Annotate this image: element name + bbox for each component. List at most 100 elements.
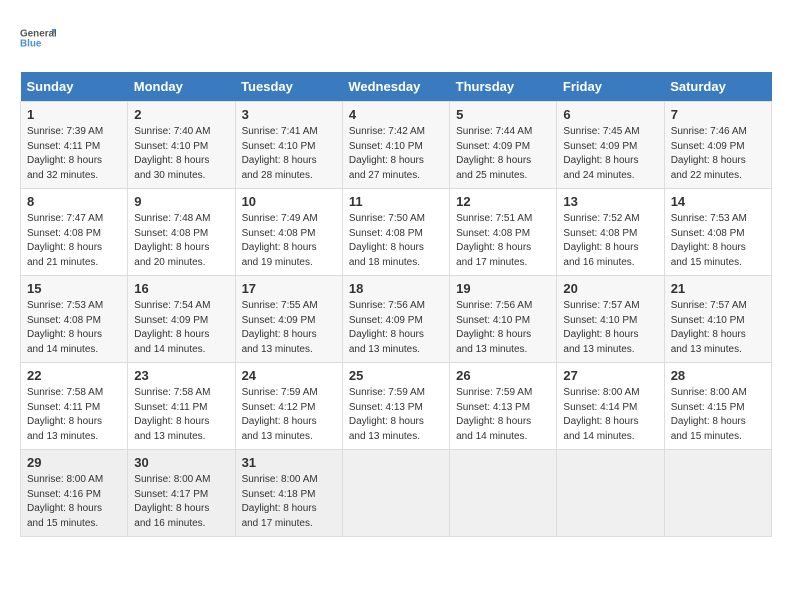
day-number: 5 — [456, 107, 550, 122]
calendar-cell — [557, 450, 664, 537]
svg-text:General: General — [20, 29, 56, 40]
day-number: 9 — [134, 194, 228, 209]
calendar-cell — [450, 450, 557, 537]
calendar-cell: 29 Sunrise: 8:00 AM Sunset: 4:16 PM Dayl… — [21, 450, 128, 537]
day-number: 28 — [671, 368, 765, 383]
calendar-cell: 1 Sunrise: 7:39 AM Sunset: 4:11 PM Dayli… — [21, 102, 128, 189]
calendar-day-header: Sunday — [21, 72, 128, 102]
day-info: Sunrise: 8:00 AM Sunset: 4:18 PM Dayligh… — [242, 473, 336, 531]
day-number: 17 — [242, 281, 336, 296]
calendar-cell: 24 Sunrise: 7:59 AM Sunset: 4:12 PM Dayl… — [235, 363, 342, 450]
day-info: Sunrise: 7:58 AM Sunset: 4:11 PM Dayligh… — [134, 386, 228, 444]
day-info: Sunrise: 8:00 AM Sunset: 4:17 PM Dayligh… — [134, 473, 228, 531]
logo: General Blue — [20, 20, 56, 56]
calendar-week-row: 8 Sunrise: 7:47 AM Sunset: 4:08 PM Dayli… — [21, 189, 772, 276]
day-number: 8 — [27, 194, 121, 209]
calendar-day-header: Friday — [557, 72, 664, 102]
calendar-cell: 11 Sunrise: 7:50 AM Sunset: 4:08 PM Dayl… — [342, 189, 449, 276]
calendar-cell: 19 Sunrise: 7:56 AM Sunset: 4:10 PM Dayl… — [450, 276, 557, 363]
day-info: Sunrise: 7:53 AM Sunset: 4:08 PM Dayligh… — [27, 299, 121, 357]
calendar-cell — [664, 450, 771, 537]
calendar-cell: 18 Sunrise: 7:56 AM Sunset: 4:09 PM Dayl… — [342, 276, 449, 363]
day-number: 20 — [563, 281, 657, 296]
day-info: Sunrise: 7:55 AM Sunset: 4:09 PM Dayligh… — [242, 299, 336, 357]
day-info: Sunrise: 7:50 AM Sunset: 4:08 PM Dayligh… — [349, 212, 443, 270]
calendar-cell: 16 Sunrise: 7:54 AM Sunset: 4:09 PM Dayl… — [128, 276, 235, 363]
day-info: Sunrise: 7:42 AM Sunset: 4:10 PM Dayligh… — [349, 125, 443, 183]
day-info: Sunrise: 7:59 AM Sunset: 4:13 PM Dayligh… — [456, 386, 550, 444]
calendar-day-header: Monday — [128, 72, 235, 102]
calendar-week-row: 29 Sunrise: 8:00 AM Sunset: 4:16 PM Dayl… — [21, 450, 772, 537]
day-info: Sunrise: 7:54 AM Sunset: 4:09 PM Dayligh… — [134, 299, 228, 357]
day-info: Sunrise: 7:52 AM Sunset: 4:08 PM Dayligh… — [563, 212, 657, 270]
calendar-cell — [342, 450, 449, 537]
calendar-cell: 15 Sunrise: 7:53 AM Sunset: 4:08 PM Dayl… — [21, 276, 128, 363]
day-number: 30 — [134, 455, 228, 470]
day-info: Sunrise: 8:00 AM Sunset: 4:16 PM Dayligh… — [27, 473, 121, 531]
day-info: Sunrise: 7:57 AM Sunset: 4:10 PM Dayligh… — [671, 299, 765, 357]
general-blue-logo-icon: General Blue — [20, 20, 56, 56]
day-info: Sunrise: 7:58 AM Sunset: 4:11 PM Dayligh… — [27, 386, 121, 444]
day-number: 18 — [349, 281, 443, 296]
day-number: 25 — [349, 368, 443, 383]
day-number: 10 — [242, 194, 336, 209]
day-info: Sunrise: 7:46 AM Sunset: 4:09 PM Dayligh… — [671, 125, 765, 183]
day-info: Sunrise: 8:00 AM Sunset: 4:14 PM Dayligh… — [563, 386, 657, 444]
calendar-cell: 25 Sunrise: 7:59 AM Sunset: 4:13 PM Dayl… — [342, 363, 449, 450]
calendar-cell: 23 Sunrise: 7:58 AM Sunset: 4:11 PM Dayl… — [128, 363, 235, 450]
calendar-cell: 31 Sunrise: 8:00 AM Sunset: 4:18 PM Dayl… — [235, 450, 342, 537]
day-info: Sunrise: 7:48 AM Sunset: 4:08 PM Dayligh… — [134, 212, 228, 270]
day-info: Sunrise: 7:51 AM Sunset: 4:08 PM Dayligh… — [456, 212, 550, 270]
calendar-cell: 7 Sunrise: 7:46 AM Sunset: 4:09 PM Dayli… — [664, 102, 771, 189]
day-info: Sunrise: 7:57 AM Sunset: 4:10 PM Dayligh… — [563, 299, 657, 357]
calendar-cell: 9 Sunrise: 7:48 AM Sunset: 4:08 PM Dayli… — [128, 189, 235, 276]
calendar-day-header: Wednesday — [342, 72, 449, 102]
page-header: General Blue — [20, 20, 772, 56]
calendar-cell: 5 Sunrise: 7:44 AM Sunset: 4:09 PM Dayli… — [450, 102, 557, 189]
day-info: Sunrise: 8:00 AM Sunset: 4:15 PM Dayligh… — [671, 386, 765, 444]
day-info: Sunrise: 7:39 AM Sunset: 4:11 PM Dayligh… — [27, 125, 121, 183]
calendar-cell: 26 Sunrise: 7:59 AM Sunset: 4:13 PM Dayl… — [450, 363, 557, 450]
calendar-table: SundayMondayTuesdayWednesdayThursdayFrid… — [20, 72, 772, 537]
day-info: Sunrise: 7:44 AM Sunset: 4:09 PM Dayligh… — [456, 125, 550, 183]
calendar-week-row: 1 Sunrise: 7:39 AM Sunset: 4:11 PM Dayli… — [21, 102, 772, 189]
calendar-cell: 10 Sunrise: 7:49 AM Sunset: 4:08 PM Dayl… — [235, 189, 342, 276]
calendar-day-header: Tuesday — [235, 72, 342, 102]
calendar-header-row: SundayMondayTuesdayWednesdayThursdayFrid… — [21, 72, 772, 102]
calendar-cell: 13 Sunrise: 7:52 AM Sunset: 4:08 PM Dayl… — [557, 189, 664, 276]
calendar-week-row: 22 Sunrise: 7:58 AM Sunset: 4:11 PM Dayl… — [21, 363, 772, 450]
day-info: Sunrise: 7:47 AM Sunset: 4:08 PM Dayligh… — [27, 212, 121, 270]
calendar-week-row: 15 Sunrise: 7:53 AM Sunset: 4:08 PM Dayl… — [21, 276, 772, 363]
calendar-cell: 22 Sunrise: 7:58 AM Sunset: 4:11 PM Dayl… — [21, 363, 128, 450]
day-number: 29 — [27, 455, 121, 470]
day-number: 4 — [349, 107, 443, 122]
day-info: Sunrise: 7:53 AM Sunset: 4:08 PM Dayligh… — [671, 212, 765, 270]
day-number: 6 — [563, 107, 657, 122]
day-info: Sunrise: 7:49 AM Sunset: 4:08 PM Dayligh… — [242, 212, 336, 270]
day-info: Sunrise: 7:59 AM Sunset: 4:12 PM Dayligh… — [242, 386, 336, 444]
day-info: Sunrise: 7:59 AM Sunset: 4:13 PM Dayligh… — [349, 386, 443, 444]
day-number: 15 — [27, 281, 121, 296]
day-number: 11 — [349, 194, 443, 209]
day-info: Sunrise: 7:41 AM Sunset: 4:10 PM Dayligh… — [242, 125, 336, 183]
calendar-cell: 12 Sunrise: 7:51 AM Sunset: 4:08 PM Dayl… — [450, 189, 557, 276]
calendar-cell: 3 Sunrise: 7:41 AM Sunset: 4:10 PM Dayli… — [235, 102, 342, 189]
day-number: 22 — [27, 368, 121, 383]
day-number: 3 — [242, 107, 336, 122]
calendar-cell: 14 Sunrise: 7:53 AM Sunset: 4:08 PM Dayl… — [664, 189, 771, 276]
calendar-cell: 27 Sunrise: 8:00 AM Sunset: 4:14 PM Dayl… — [557, 363, 664, 450]
day-number: 1 — [27, 107, 121, 122]
day-info: Sunrise: 7:56 AM Sunset: 4:09 PM Dayligh… — [349, 299, 443, 357]
calendar-cell: 21 Sunrise: 7:57 AM Sunset: 4:10 PM Dayl… — [664, 276, 771, 363]
calendar-cell: 17 Sunrise: 7:55 AM Sunset: 4:09 PM Dayl… — [235, 276, 342, 363]
calendar-cell: 28 Sunrise: 8:00 AM Sunset: 4:15 PM Dayl… — [664, 363, 771, 450]
day-info: Sunrise: 7:45 AM Sunset: 4:09 PM Dayligh… — [563, 125, 657, 183]
day-number: 27 — [563, 368, 657, 383]
calendar-cell: 2 Sunrise: 7:40 AM Sunset: 4:10 PM Dayli… — [128, 102, 235, 189]
calendar-cell: 4 Sunrise: 7:42 AM Sunset: 4:10 PM Dayli… — [342, 102, 449, 189]
day-number: 14 — [671, 194, 765, 209]
day-number: 24 — [242, 368, 336, 383]
calendar-cell: 8 Sunrise: 7:47 AM Sunset: 4:08 PM Dayli… — [21, 189, 128, 276]
day-number: 16 — [134, 281, 228, 296]
day-number: 13 — [563, 194, 657, 209]
